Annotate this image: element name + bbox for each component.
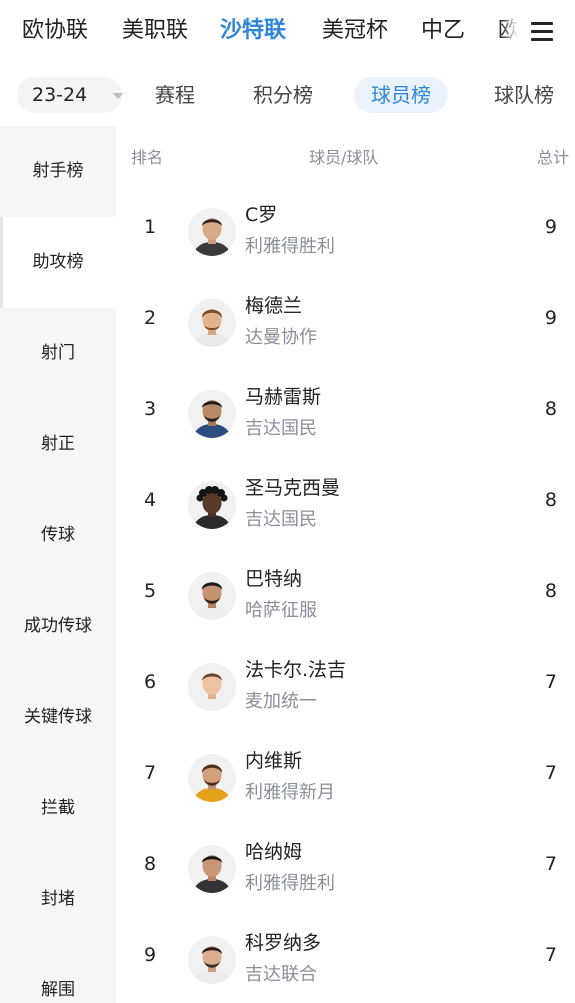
total-value: 8 [544,489,557,511]
player-avatar [188,754,236,802]
table-header: 排名 球员/球队 总计 [116,126,575,186]
sidebar-item-assists[interactable]: 助攻榜 [0,217,116,308]
rank-number: 8 [143,853,157,875]
team-name: 吉达国民 [245,418,317,439]
player-avatar [188,390,236,438]
team-name: 吉达联合 [245,964,317,985]
table-row[interactable]: 1 C罗 利雅得胜利 9 [116,186,575,277]
sidebar-item-shots[interactable]: 射门 [0,308,116,399]
team-name: 哈萨征服 [245,600,317,621]
player-name: 内维斯 [245,750,303,772]
rank-number: 7 [143,762,157,784]
total-value: 7 [544,944,557,966]
menu-button[interactable] [517,0,575,64]
rank-number: 1 [143,216,157,238]
tab-standings[interactable]: 积分榜 [253,77,313,113]
tab-schedule[interactable]: 赛程 [155,77,195,113]
league-tab-concacaf-champions-cup[interactable]: 美冠杯 [322,15,388,47]
total-value: 7 [544,671,557,693]
league-tab-china-league-two[interactable]: 中乙 [421,15,465,47]
team-name: 达曼协作 [245,327,317,348]
player-name: 圣马克西曼 [245,477,341,499]
caret-down-icon [113,93,123,99]
table-row[interactable]: 7 内维斯 利雅得新月 7 [116,732,575,823]
league-nav: 欧协联 美职联 沙特联 美冠杯 中乙 欧 [0,0,575,64]
sidebar-item-successful-passes[interactable]: 成功传球 [0,581,116,672]
player-avatar [188,663,236,711]
rank-number: 6 [143,671,157,693]
total-value: 9 [544,216,557,238]
team-name: 利雅得胜利 [245,236,335,257]
team-name: 利雅得胜利 [245,873,335,894]
stat-category-sidebar: 射手榜 助攻榜 射门 射正 传球 成功传球 关键传球 拦截 封堵 解围 [0,126,116,1003]
table-row[interactable]: 6 法卡尔.法吉 麦加统一 7 [116,641,575,732]
team-name: 利雅得新月 [245,782,335,803]
season-select[interactable]: 23-24 [17,77,123,113]
league-tab-saudi-pro-league[interactable]: 沙特联 [220,15,286,47]
player-avatar [188,845,236,893]
league-tab-mls[interactable]: 美职联 [122,15,188,47]
rank-number: 5 [143,580,157,602]
rank-number: 9 [143,944,157,966]
table-row[interactable]: 8 哈纳姆 利雅得胜利 7 [116,823,575,914]
table-row[interactable]: 9 科罗纳多 吉达联合 7 [116,914,575,1003]
season-value: 23-24 [32,84,88,106]
header-total: 总计 [536,148,569,167]
player-name: 哈纳姆 [245,841,303,863]
player-avatar [188,208,236,256]
player-name: 法卡尔.法吉 [245,659,347,681]
player-name: 巴特纳 [245,568,303,590]
player-name: C罗 [245,204,278,226]
tab-player-rankings[interactable]: 球员榜 [354,77,448,113]
team-name: 吉达国民 [245,509,317,530]
rank-number: 4 [143,489,157,511]
sidebar-item-key-passes[interactable]: 关键传球 [0,672,116,763]
player-name: 马赫雷斯 [245,386,322,408]
sidebar-item-interceptions[interactable]: 拦截 [0,763,116,854]
player-avatar [188,572,236,620]
player-name: 梅德兰 [245,295,303,317]
rank-number: 2 [143,307,157,329]
table-row[interactable]: 5 巴特纳 哈萨征服 8 [116,550,575,641]
table-row[interactable]: 3 马赫雷斯 吉达国民 8 [116,368,575,459]
header-player-team: 球员/球队 [309,148,379,167]
total-value: 7 [544,762,557,784]
player-name: 科罗纳多 [245,932,322,954]
sidebar-item-blocks[interactable]: 封堵 [0,854,116,945]
player-avatar [188,481,236,529]
player-avatar [188,936,236,984]
header-rank: 排名 [131,148,164,167]
total-value: 9 [544,307,557,329]
total-value: 8 [544,580,557,602]
tab-team-rankings[interactable]: 球队榜 [494,77,554,113]
rank-number: 3 [143,398,157,420]
table-row[interactable]: 4 圣马克西曼 吉达国民 8 [116,459,575,550]
table-row[interactable]: 2 梅德兰 达曼协作 9 [116,277,575,368]
sidebar-item-clearances[interactable]: 解围 [0,945,116,1003]
league-tab-uecl[interactable]: 欧协联 [22,15,88,47]
team-name: 麦加统一 [245,691,317,712]
sidebar-item-shots-on-target[interactable]: 射正 [0,399,116,490]
filter-row: 23-24 赛程 积分榜 球员榜 球队榜 [0,64,575,126]
sidebar-item-passes[interactable]: 传球 [0,490,116,581]
sidebar-item-goals[interactable]: 射手榜 [0,126,116,217]
total-value: 8 [544,398,557,420]
player-avatar [188,299,236,347]
total-value: 7 [544,853,557,875]
